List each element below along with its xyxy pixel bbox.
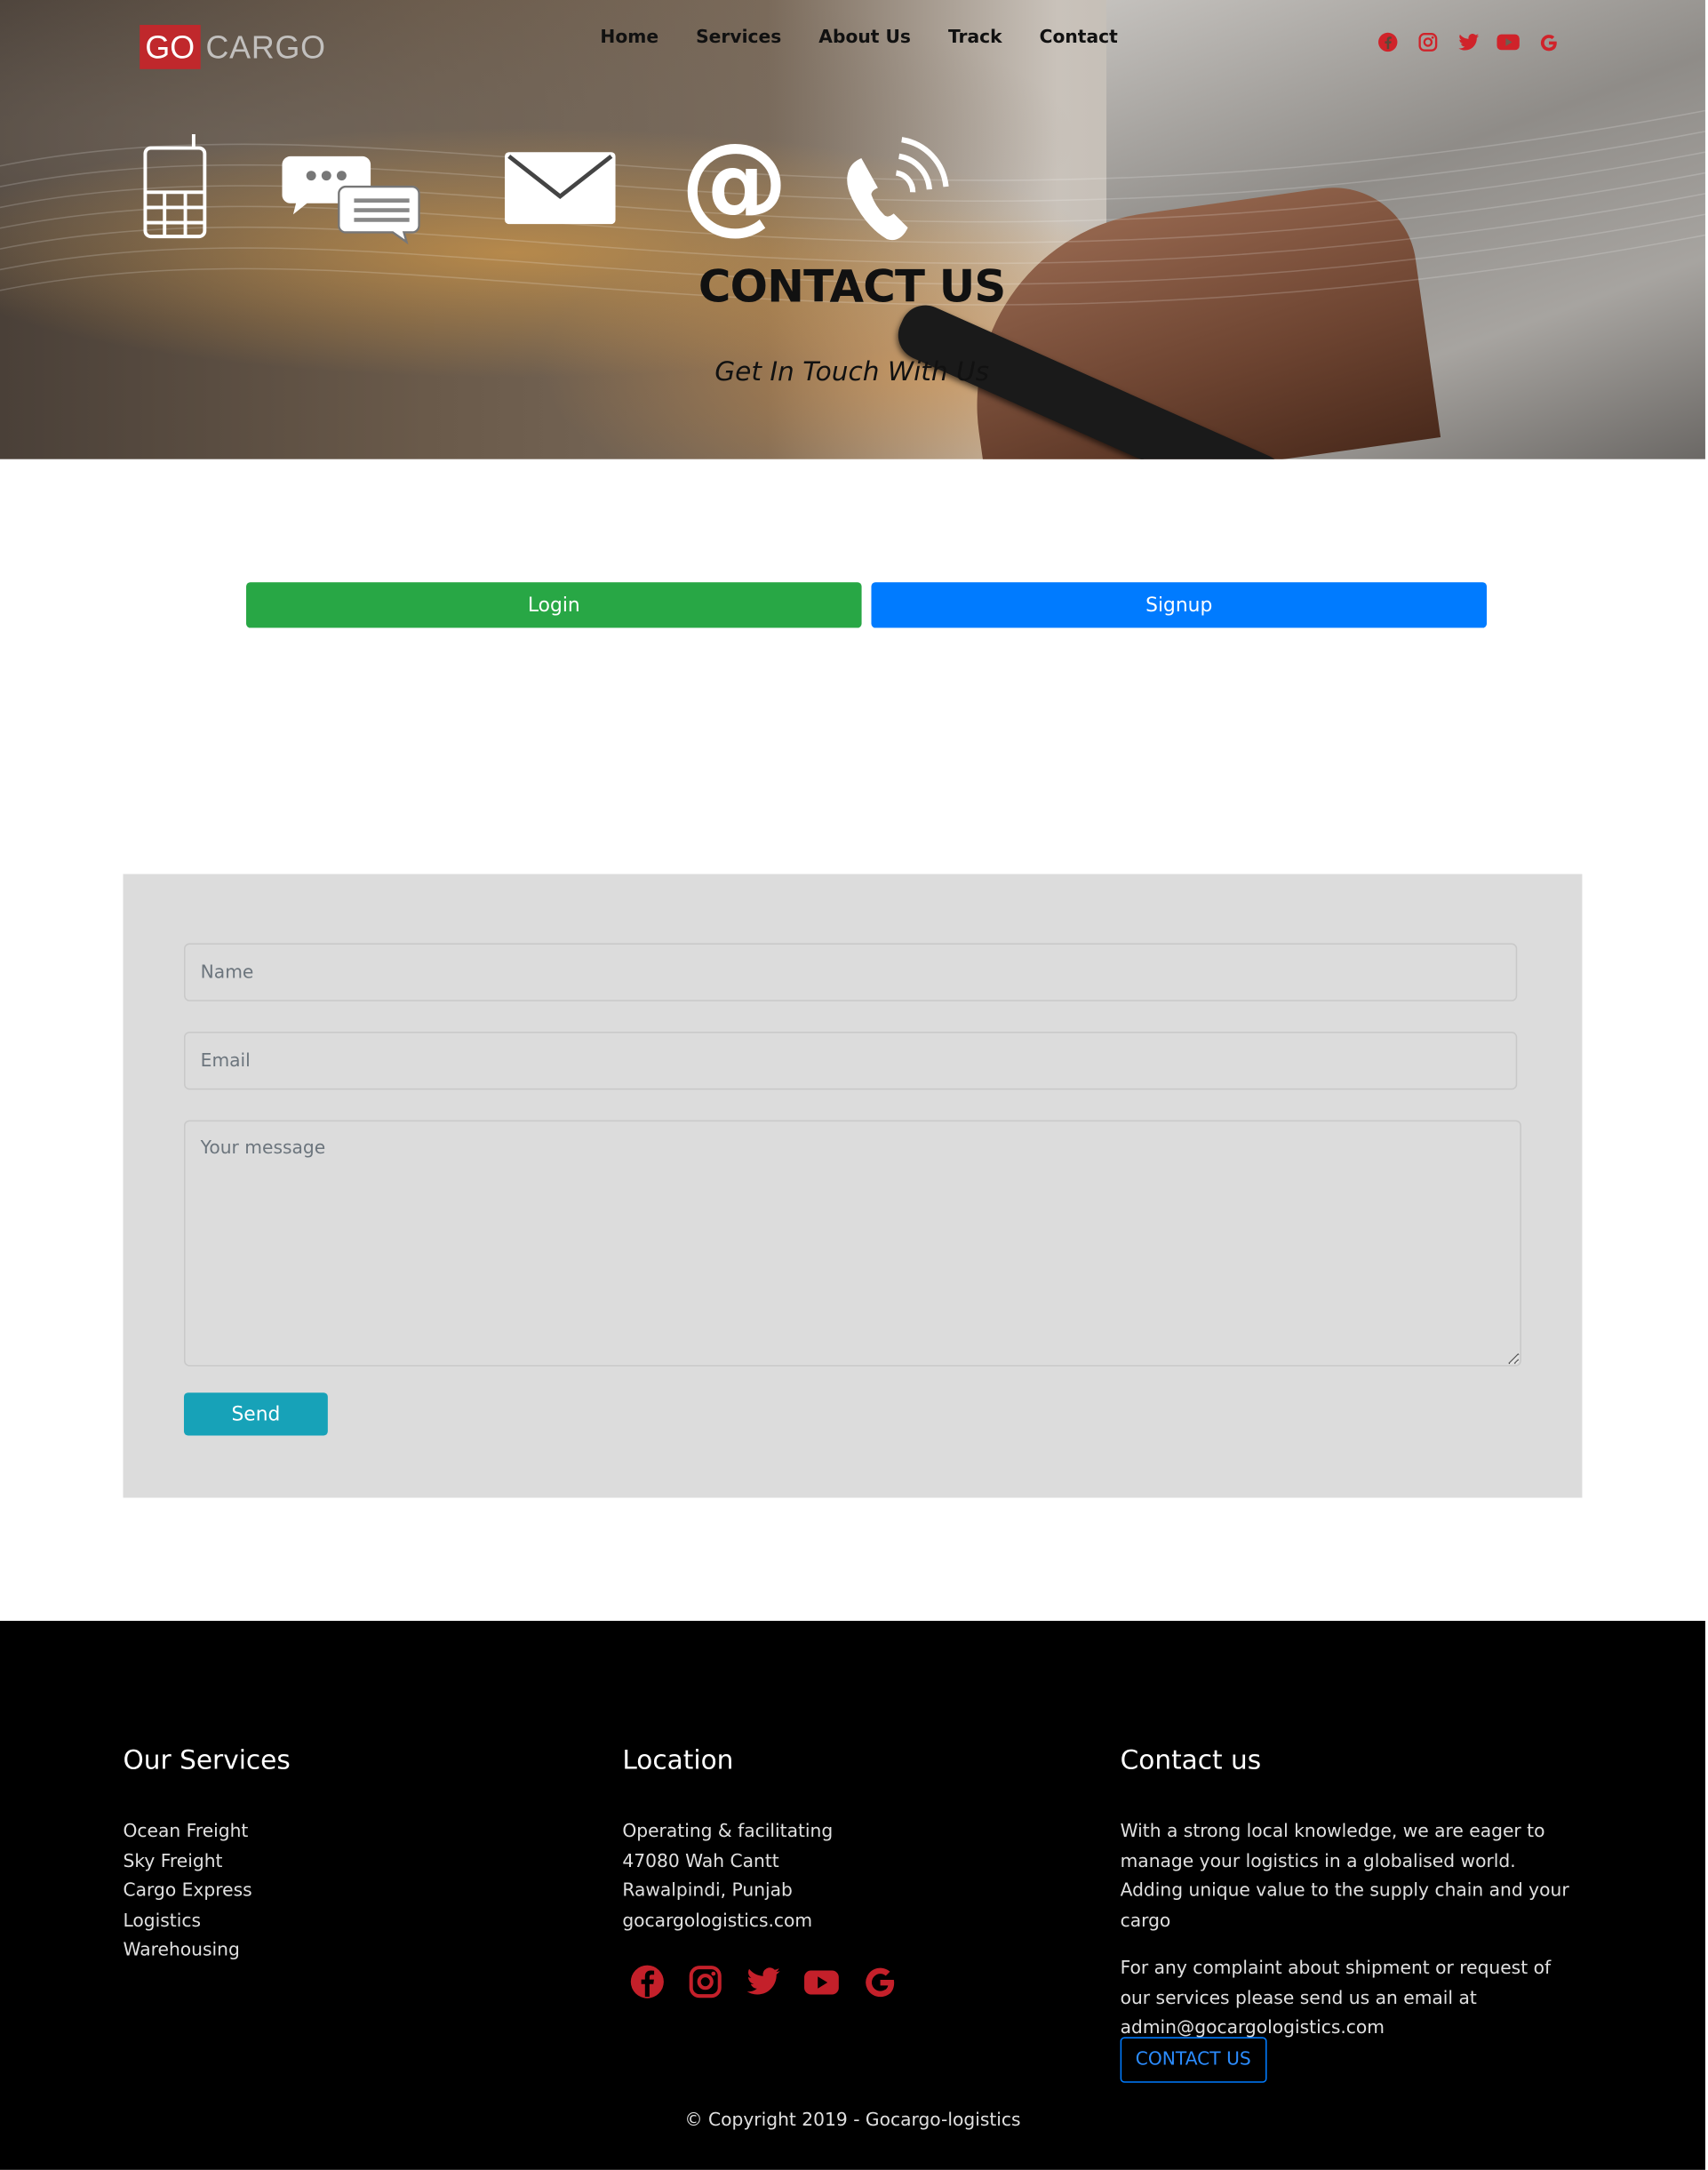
logo-go: GO [140,25,201,69]
footer-social-links [629,1964,898,1999]
phone-ringing-icon [847,137,949,240]
footer-location: Location Operating & facilitating 47080 … [622,1745,1065,1936]
nav-services[interactable]: Services [696,28,781,48]
footer-contact: Contact us With a strong local knowledge… [1121,1745,1584,2062]
google-icon[interactable] [1536,30,1560,53]
service-cargo-express[interactable]: Cargo Express [124,1877,539,1906]
footer-location-title: Location [622,1745,734,1776]
contact-us-button[interactable]: CONTACT US [1120,2037,1266,2083]
nav-about-us[interactable]: About Us [818,28,911,48]
email-input[interactable] [183,1031,1518,1090]
nav-home[interactable]: Home [600,28,658,48]
header-social-links [1377,30,1560,53]
twitter-icon[interactable] [1457,30,1480,53]
nav-track[interactable]: Track [948,28,1002,48]
main-nav: Home Services About Us Track Contact [600,28,1117,48]
envelope-icon [505,152,616,225]
page-subtitle: Get In Touch With Us [714,356,990,387]
facebook-icon[interactable] [1377,30,1400,53]
nav-contact[interactable]: Contact [1040,28,1118,48]
footer-services-title: Our Services [123,1745,291,1776]
copyright-text: © Copyright 2019 - Gocargo-logistics [684,2110,1021,2132]
footer-services: Our Services Ocean Freight Sky Freight C… [124,1745,539,1966]
service-ocean-freight[interactable]: Ocean Freight [124,1817,539,1847]
contact-complaint-note: For any complaint about shipment or requ… [1120,1958,1552,2038]
instagram-icon[interactable] [687,1964,722,1999]
location-website[interactable]: gocargologistics.com [622,1906,1065,1935]
service-sky-freight[interactable]: Sky Freight [124,1847,539,1876]
mobile-phone-icon [143,133,207,239]
brand-logo[interactable]: GO CARGO [140,25,326,69]
service-warehousing[interactable]: Warehousing [124,1936,539,1966]
youtube-icon[interactable] [1496,30,1520,53]
hero-contact-icons: @ [139,119,969,256]
logo-cargo: CARGO [205,28,326,65]
contact-form: Send [123,874,1583,1498]
footer-contact-title: Contact us [1120,1745,1262,1776]
page-title: CONTACT US [698,259,1006,313]
message-textarea[interactable] [183,1120,1521,1367]
location-line: Operating & facilitating [622,1821,834,1842]
hero-banner: GO CARGO Home Services About Us Track Co… [0,0,1705,459]
facebook-icon[interactable] [629,1964,665,1999]
at-sign-icon: @ [681,132,788,246]
signup-button[interactable]: Signup [871,582,1488,628]
twitter-icon[interactable] [746,1964,781,1999]
location-line: 47080 Wah Cantt [622,1851,779,1872]
instagram-icon[interactable] [1417,30,1440,53]
youtube-icon[interactable] [803,1964,839,1999]
google-icon[interactable] [862,1964,898,1999]
send-button[interactable]: Send [183,1392,328,1436]
service-logistics[interactable]: Logistics [124,1906,539,1935]
location-line: Rawalpindi, Punjab [622,1880,793,1902]
login-button[interactable]: Login [246,582,862,628]
chat-bubbles-icon [282,156,420,245]
site-footer: Our Services Ocean Freight Sky Freight C… [0,1620,1705,2170]
contact-description: With a strong local knowledge, we are ea… [1120,1821,1569,1932]
name-input[interactable] [183,943,1518,1001]
